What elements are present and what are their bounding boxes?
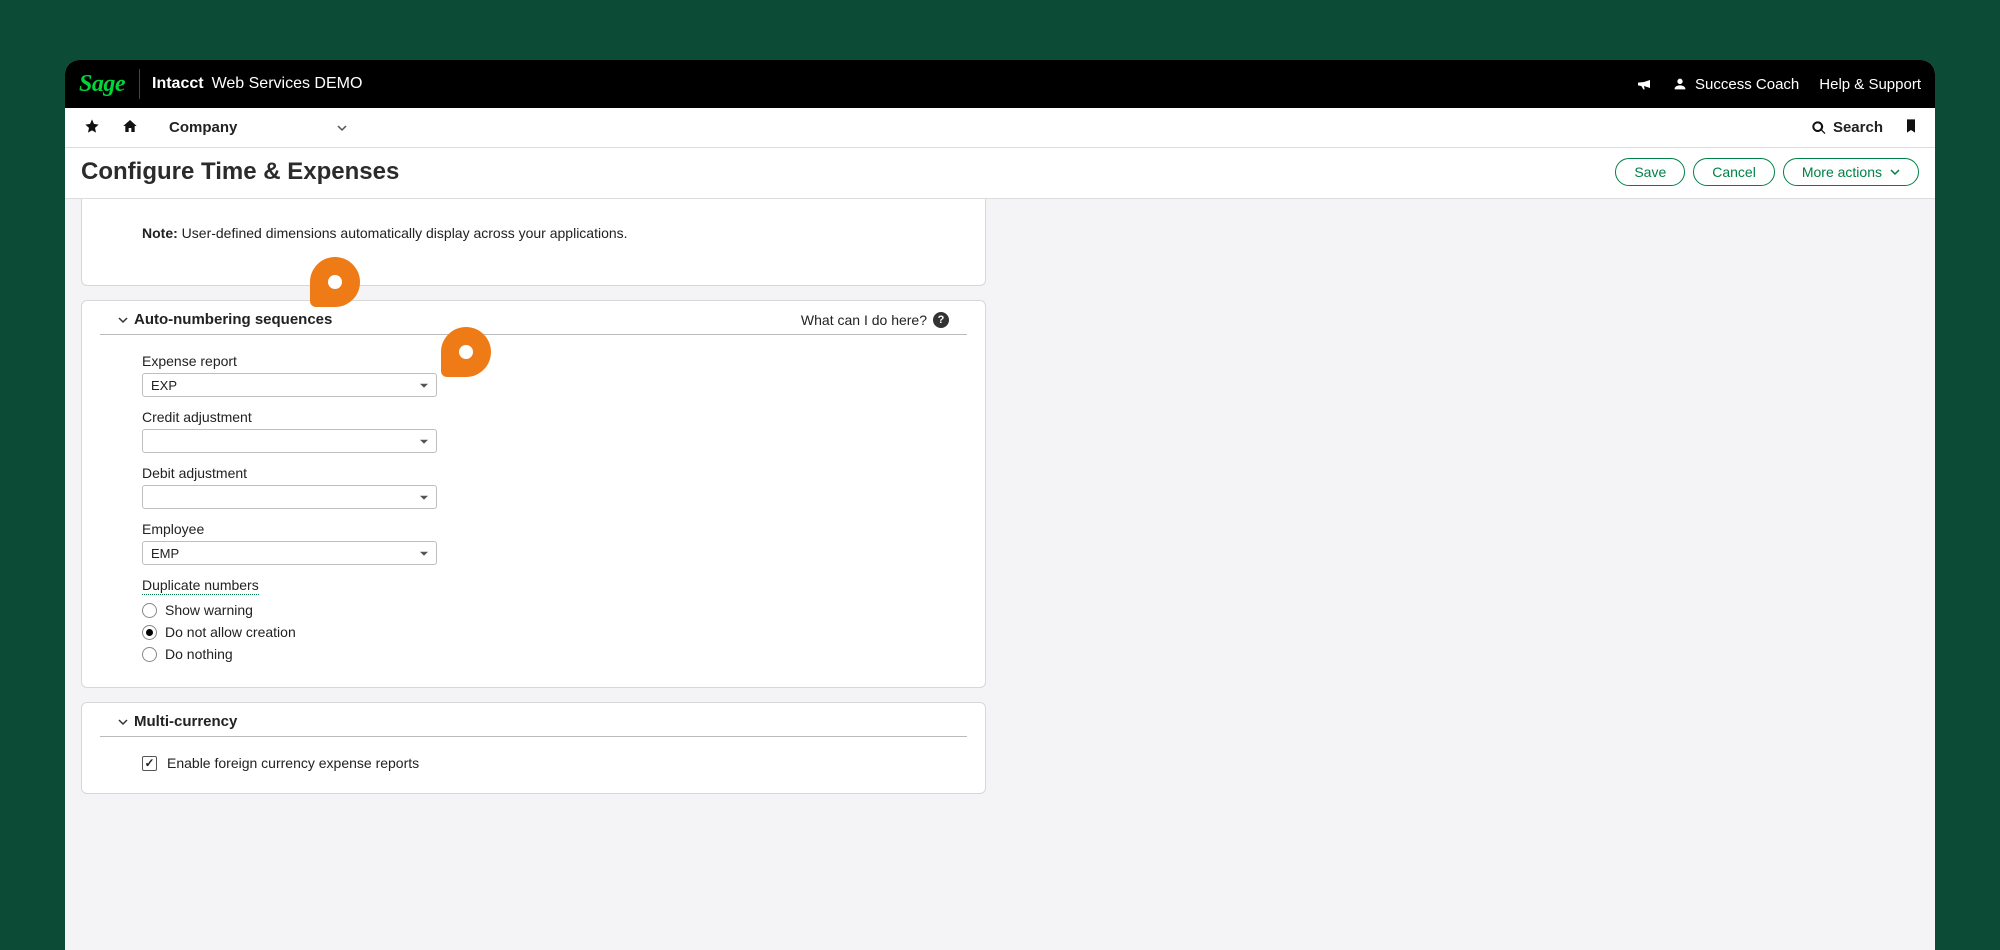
checkbox-foreign-currency[interactable] — [142, 756, 157, 771]
auto-numbering-form: Expense report EXP Credit adjustment Deb… — [82, 353, 985, 665]
radio-do-not-allow-input[interactable] — [142, 625, 157, 640]
radio-do-not-allow-label: Do not allow creation — [165, 624, 296, 640]
chevron-down-icon — [1890, 167, 1900, 177]
select-credit-adjustment[interactable] — [142, 429, 437, 453]
radio-do-nothing[interactable]: Do nothing — [142, 643, 925, 665]
select-debit-adjustment[interactable] — [142, 485, 437, 509]
header-actions: Save Cancel More actions — [1615, 158, 1919, 186]
radio-show-warning-label: Show warning — [165, 602, 253, 618]
sage-logo: Sage — [79, 69, 140, 99]
note-panel: Note: User-defined dimensions automatica… — [81, 199, 986, 286]
save-button[interactable]: Save — [1615, 158, 1685, 186]
checkbox-row-foreign-currency[interactable]: Enable foreign currency expense reports — [82, 755, 985, 771]
field-duplicate-numbers: Duplicate numbers Show warning Do not al… — [142, 577, 925, 665]
field-expense-report: Expense report EXP — [142, 353, 925, 397]
section-header-multi-currency[interactable]: Multi-currency — [100, 703, 967, 737]
section-help-text: What can I do here? — [801, 312, 927, 328]
radio-do-nothing-input[interactable] — [142, 647, 157, 662]
user-label: Success Coach — [1695, 76, 1799, 93]
app-window: Sage Intacct Web Services DEMO Success C… — [65, 60, 1935, 950]
radio-do-nothing-label: Do nothing — [165, 646, 233, 662]
field-debit-adjustment: Debit adjustment — [142, 465, 925, 509]
chevron-down-icon — [118, 315, 128, 325]
section-title-auto-numbering: Auto-numbering sequences — [134, 311, 332, 328]
checkbox-foreign-currency-label: Enable foreign currency expense reports — [167, 755, 419, 771]
multi-currency-panel: Multi-currency Enable foreign currency e… — [81, 702, 986, 794]
section-help-link[interactable]: What can I do here? ? — [801, 312, 949, 328]
select-employee[interactable]: EMP — [142, 541, 437, 565]
page-title: Configure Time & Expenses — [81, 158, 399, 186]
topbar: Sage Intacct Web Services DEMO Success C… — [65, 60, 1935, 108]
radio-show-warning[interactable]: Show warning — [142, 599, 925, 621]
content-area: Note: User-defined dimensions automatica… — [65, 199, 1935, 950]
cancel-button[interactable]: Cancel — [1693, 158, 1775, 186]
topbar-right: Success Coach Help & Support — [1636, 76, 1921, 93]
select-expense-report[interactable]: EXP — [142, 373, 437, 397]
radio-do-not-allow[interactable]: Do not allow creation — [142, 621, 925, 643]
search-label: Search — [1833, 119, 1883, 136]
select-expense-report-value: EXP — [151, 378, 177, 393]
field-employee: Employee EMP — [142, 521, 925, 565]
field-credit-adjustment: Credit adjustment — [142, 409, 925, 453]
navbar: Company Search — [65, 108, 1935, 148]
page-header: Configure Time & Expenses Save Cancel Mo… — [65, 148, 1935, 199]
label-duplicate-numbers: Duplicate numbers — [142, 577, 925, 595]
section-title-multi-currency: Multi-currency — [134, 713, 237, 730]
note-prefix: Note: — [142, 225, 178, 241]
bookmark-icon[interactable] — [1903, 118, 1919, 137]
label-expense-report: Expense report — [142, 353, 925, 369]
auto-numbering-panel: Auto-numbering sequences What can I do h… — [81, 300, 986, 688]
label-debit-adjustment: Debit adjustment — [142, 465, 925, 481]
chevron-down-icon — [118, 717, 128, 727]
home-icon[interactable] — [119, 118, 141, 138]
product-name: Intacct — [152, 75, 204, 93]
user-menu[interactable]: Success Coach — [1672, 76, 1799, 93]
announcements-icon[interactable] — [1636, 76, 1652, 92]
callout-bubble-2 — [441, 327, 491, 377]
callout-bubble-1 — [310, 257, 360, 307]
select-employee-value: EMP — [151, 546, 179, 561]
more-actions-label: More actions — [1802, 164, 1882, 180]
note-text: User-defined dimensions automatically di… — [182, 225, 628, 241]
search-button[interactable]: Search — [1811, 119, 1883, 136]
module-label: Company — [169, 119, 237, 136]
module-dropdown[interactable]: Company — [157, 119, 359, 136]
more-actions-button[interactable]: More actions — [1783, 158, 1919, 186]
favorites-icon[interactable] — [81, 118, 103, 138]
help-support-link[interactable]: Help & Support — [1819, 76, 1921, 93]
chevron-down-icon — [337, 123, 347, 133]
radio-show-warning-input[interactable] — [142, 603, 157, 618]
note-row: Note: User-defined dimensions automatica… — [82, 225, 985, 241]
label-credit-adjustment: Credit adjustment — [142, 409, 925, 425]
environment-label: Web Services DEMO — [212, 75, 363, 93]
section-header-auto-numbering[interactable]: Auto-numbering sequences What can I do h… — [100, 301, 967, 335]
help-icon: ? — [933, 312, 949, 328]
radio-group-duplicate: Show warning Do not allow creation Do no… — [142, 599, 925, 665]
label-employee: Employee — [142, 521, 925, 537]
